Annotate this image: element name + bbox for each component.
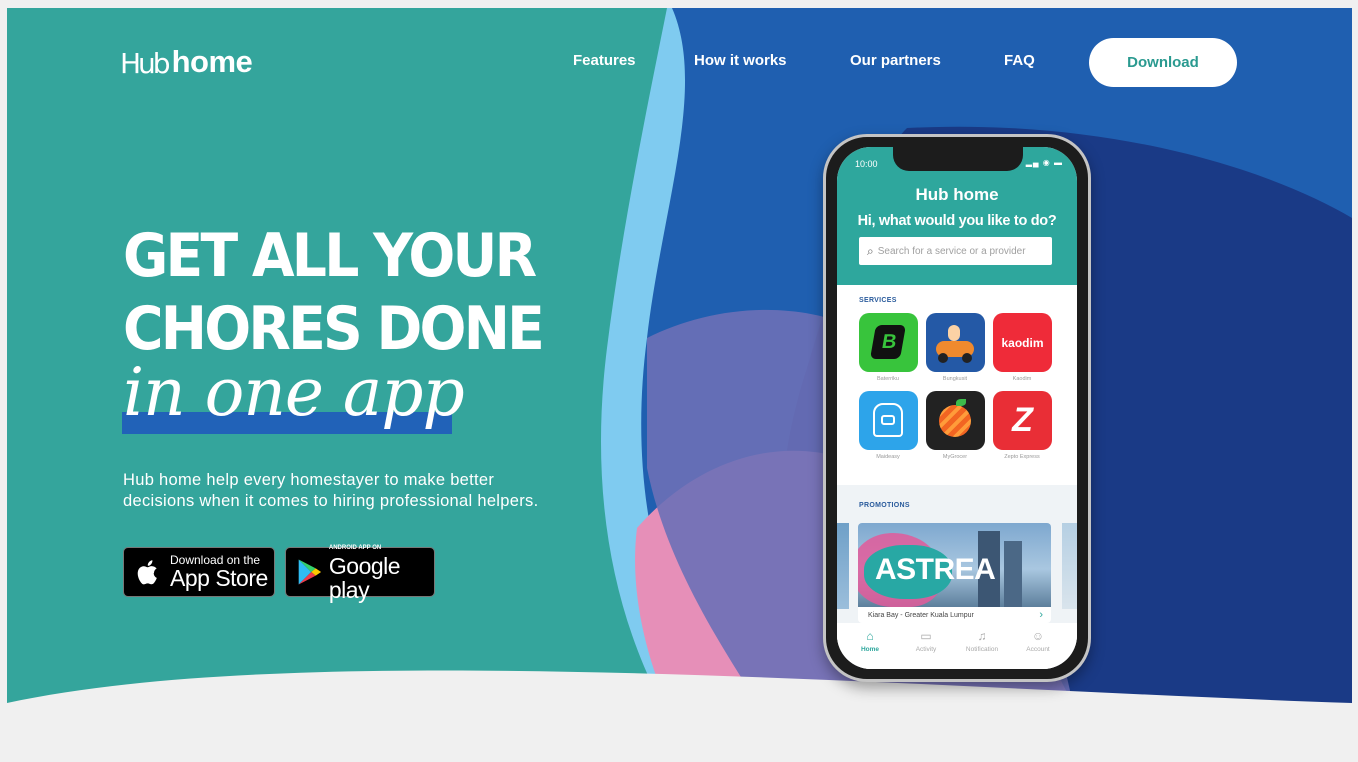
service-baterriku-label: Baterriku [876,376,899,382]
bell-icon: ♫ [977,629,987,643]
promo-next-card[interactable] [1062,523,1077,609]
logo-hub-mark: Hub [120,47,171,80]
tab-activity[interactable]: ▭ Activity [901,629,951,653]
tab-home-label: Home [860,646,880,653]
app-store-badge[interactable]: Download on the App Store [123,547,275,597]
search-icon: ⌕ [867,243,874,258]
headline-line-2: CHORES DONE [123,294,545,364]
hero-description: Hub home help every homestayer to make b… [123,471,539,510]
service-maideasy-label: Maideasy [876,454,900,460]
phone-screen: 10:00 ▂▄ ◉ ▬ Hub home Hi, what would you… [837,147,1077,669]
kaodim-logo-text: kaodim [1001,335,1044,350]
phone-mockup: 10:00 ▂▄ ◉ ▬ Hub home Hi, what would you… [823,134,1091,682]
logo-home-text: home [171,44,253,79]
headline-script: in one app [123,354,465,431]
chevron-right-icon: › [1039,609,1043,621]
service-kaodim-label: Kaodim [1012,376,1032,382]
signal-battery-icon: ▂▄ ◉ ▬ [1025,158,1063,167]
user-icon: ☺ [1031,629,1045,643]
google-play-icon [298,559,322,585]
app-search-input[interactable]: ⌕ Search for a service or a provider [859,237,1052,265]
bottom-tab-bar: ⌂ Home ▭ Activity ♫ Notification ☺ Accou… [837,623,1077,669]
tab-account-label: Account [1026,646,1050,653]
service-bungkusit-icon[interactable] [926,313,985,372]
promo-prev-card[interactable] [837,523,849,609]
download-button[interactable]: Download [1089,38,1237,87]
service-maideasy-icon[interactable] [859,391,918,450]
status-time: 10:00 [855,159,878,169]
google-play-big-text: Google play [328,553,401,603]
nav-our-partners-link[interactable]: Our partners [850,52,941,69]
tab-notification-label: Notification [965,646,999,653]
tab-notification[interactable]: ♫ Notification [957,629,1007,653]
nav-features-link[interactable]: Features [573,52,636,69]
service-zepto-icon[interactable]: Z [993,391,1052,450]
zepto-z-icon: Z [1012,401,1033,439]
service-baterriku-icon[interactable]: B [859,313,918,372]
brand-logo[interactable]: Hub home [120,44,253,80]
service-mygrocer-icon[interactable] [926,391,985,450]
google-play-badge[interactable]: ANDROID APP ON Google play [285,545,435,602]
services-label: SERVICES [859,297,897,304]
service-zepto-label: Zepto Express [1004,454,1040,460]
tab-activity-label: Activity [915,646,937,653]
tab-account[interactable]: ☺ Account [1013,629,1063,653]
phone-notch [893,147,1023,171]
promo-card[interactable]: ASTREA Kiara Bay - Greater Kuala Lumpur … [858,523,1051,623]
promotions-label: PROMOTIONS [859,502,910,509]
app-logo: Hub home [915,185,999,204]
tab-home[interactable]: ⌂ Home [845,629,895,653]
app-store-big-text: App Store [170,565,268,591]
headline-line-1: GET ALL YOUR [123,221,537,291]
nav-faq-link[interactable]: FAQ [1004,52,1035,69]
search-placeholder: Search for a service or a provider [877,245,1026,257]
service-bungkusit-label: Bungkusit [942,376,968,382]
clipboard-icon: ▭ [920,629,932,643]
promo-title: ASTREA [875,553,996,586]
service-kaodim-icon[interactable]: kaodim [993,313,1052,372]
hero-section: Hub home Features How it works Our partn… [7,8,1352,762]
promo-caption: Kiara Bay - Greater Kuala Lumpur [868,612,974,619]
apple-icon [137,560,157,585]
app-question: Hi, what would you like to do? [857,213,1057,229]
home-icon: ⌂ [866,629,874,643]
nav-how-it-works-link[interactable]: How it works [694,52,787,69]
service-mygrocer-label: MyGrocer [942,454,968,460]
